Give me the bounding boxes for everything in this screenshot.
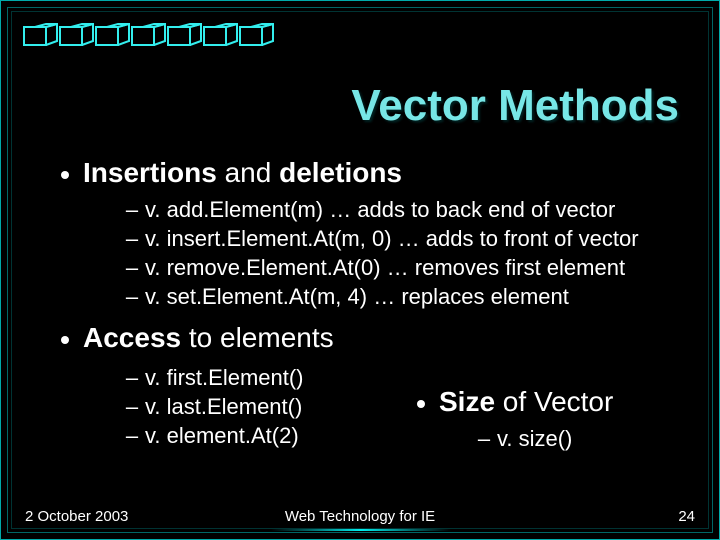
footer-underline bbox=[271, 529, 451, 531]
section3: Size of Vector –v. size() bbox=[387, 362, 679, 464]
item-text: v. insert.Element.At(m, 0) … adds to fro… bbox=[145, 226, 639, 251]
section3-heading: Size of Vector bbox=[417, 386, 679, 418]
section2-heading-bold: Access bbox=[83, 322, 181, 353]
list-item: –v. first.Element() bbox=[125, 365, 387, 391]
footer-center-wrap: Web Technology for IE bbox=[25, 508, 695, 525]
dash-icon: – bbox=[125, 226, 139, 252]
section1-list: –v. add.Element(m) … adds to back end of… bbox=[125, 197, 679, 310]
item-text: v. add.Element(m) … adds to back end of … bbox=[145, 197, 615, 222]
item-text: v. set.Element.At(m, 4) … replaces eleme… bbox=[145, 284, 569, 309]
bullet-dot-icon bbox=[61, 171, 69, 179]
item-text: v. size() bbox=[497, 426, 572, 451]
section3-heading-rest: of Vector bbox=[495, 386, 613, 417]
section3-heading-bold: Size bbox=[439, 386, 495, 417]
list-item: –v. element.At(2) bbox=[125, 423, 387, 449]
section2-heading-rest: to elements bbox=[181, 322, 334, 353]
two-column: –v. first.Element() –v. last.Element() –… bbox=[125, 362, 679, 464]
dash-icon: – bbox=[125, 423, 139, 449]
slide-title: Vector Methods bbox=[351, 81, 679, 131]
list-item: –v. remove.Element.At(0) … removes first… bbox=[125, 255, 679, 281]
slide-body: Insertions and deletions –v. add.Element… bbox=[41, 151, 679, 464]
bullet-dot-icon bbox=[61, 336, 69, 344]
section2-heading: Access to elements bbox=[61, 322, 679, 354]
section1-heading-rest: and bbox=[217, 157, 279, 188]
dash-icon: – bbox=[125, 255, 139, 281]
dash-icon: – bbox=[477, 426, 491, 452]
item-text: v. remove.Element.At(0) … removes first … bbox=[145, 255, 625, 280]
deco-icon bbox=[23, 23, 283, 49]
section3-list: –v. size() bbox=[477, 426, 679, 452]
dash-icon: – bbox=[125, 197, 139, 223]
list-item: –v. last.Element() bbox=[125, 394, 387, 420]
item-text: v. first.Element() bbox=[145, 365, 304, 390]
dash-icon: – bbox=[125, 284, 139, 310]
list-item: –v. add.Element(m) … adds to back end of… bbox=[125, 197, 679, 223]
section1-heading-bold: Insertions bbox=[83, 157, 217, 188]
section1-heading: Insertions and deletions bbox=[61, 157, 679, 189]
dash-icon: – bbox=[125, 394, 139, 420]
section2-list: –v. first.Element() –v. last.Element() –… bbox=[125, 362, 387, 464]
list-item: –v. size() bbox=[477, 426, 679, 452]
list-item: –v. set.Element.At(m, 4) … replaces elem… bbox=[125, 284, 679, 310]
item-text: v. last.Element() bbox=[145, 394, 302, 419]
list-item: –v. insert.Element.At(m, 0) … adds to fr… bbox=[125, 226, 679, 252]
section1-heading-bold2: deletions bbox=[279, 157, 402, 188]
dash-icon: – bbox=[125, 365, 139, 391]
bullet-dot-icon bbox=[417, 400, 425, 408]
footer: 2 October 2003 Web Technology for IE 24 bbox=[25, 508, 695, 525]
item-text: v. element.At(2) bbox=[145, 423, 299, 448]
footer-center: Web Technology for IE bbox=[285, 508, 435, 525]
decorative-boxes bbox=[23, 23, 283, 49]
slide: Vector Methods Insertions and deletions … bbox=[0, 0, 720, 540]
